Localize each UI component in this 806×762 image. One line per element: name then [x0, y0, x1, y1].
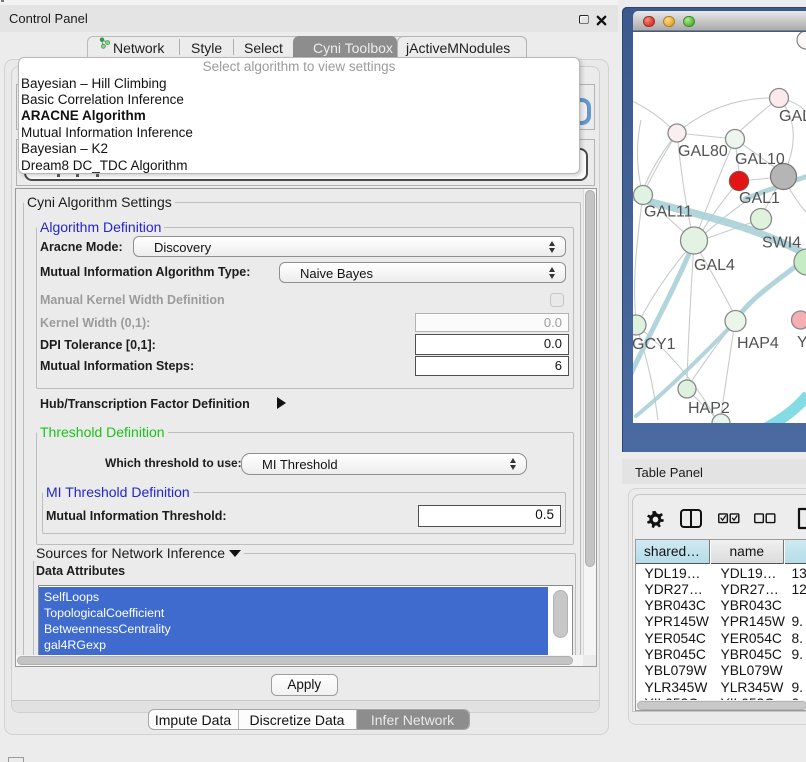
svg-text:GAL80: GAL80 [678, 143, 728, 160]
svg-text:GAL11: GAL11 [644, 204, 693, 221]
svg-text:GAL4: GAL4 [694, 257, 735, 274]
svg-text:Y: Y [797, 334, 806, 351]
svg-text:GAL1: GAL1 [739, 190, 780, 207]
svg-text:GCY1: GCY1 [633, 336, 676, 353]
svg-text:GAL2: GAL2 [779, 108, 806, 125]
svg-text:GAL10: GAL10 [735, 151, 785, 168]
svg-text:HAP4: HAP4 [737, 335, 779, 352]
svg-text:SWI4: SWI4 [762, 235, 801, 252]
svg-text:HAP2: HAP2 [688, 400, 730, 417]
